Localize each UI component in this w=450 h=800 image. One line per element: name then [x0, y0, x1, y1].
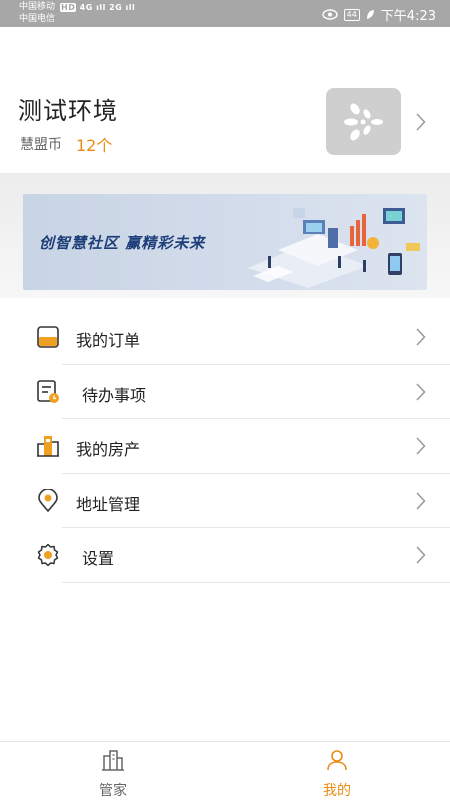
- smart-community-illustration: [248, 208, 420, 288]
- profile-header[interactable]: 测试环境 慧盟币 12个: [0, 27, 450, 173]
- menu-item-property[interactable]: 我的房产: [0, 419, 450, 474]
- carrier-1: 中国移动: [19, 2, 56, 12]
- status-right: 44 下午4:23: [321, 5, 436, 24]
- chevron-right-icon: [416, 328, 426, 346]
- clock: 下午4:23: [380, 9, 436, 24]
- menu-label: 我的订单: [76, 331, 141, 350]
- chevron-right-icon: [416, 437, 426, 455]
- menu-label: 设置: [82, 549, 115, 568]
- chevron-right-icon: [416, 546, 426, 564]
- avatar[interactable]: [326, 88, 401, 155]
- coin-value: 12个: [76, 136, 113, 155]
- tab-butler[interactable]: 管家: [73, 742, 153, 800]
- chevron-right-icon: [416, 491, 426, 510]
- tab-label: 管家: [99, 783, 127, 799]
- app-logo-icon: [343, 103, 383, 140]
- menu-label: 待办事项: [82, 385, 147, 405]
- tab-label: 我的: [323, 783, 351, 799]
- menu-label: 地址管理: [76, 494, 141, 514]
- user-icon: [327, 750, 347, 771]
- location-icon: [38, 488, 58, 512]
- banner-area: 创智慧社区 赢精彩未来: [0, 173, 450, 298]
- signal-icon: ıll: [96, 3, 106, 12]
- menu-item-orders[interactable]: 我的订单: [0, 310, 450, 365]
- chevron-right-icon: [416, 113, 426, 131]
- bottom-nav: 管家 我的: [0, 741, 450, 800]
- hd-badge: HD: [60, 3, 77, 12]
- property-icon: [37, 436, 59, 457]
- gear-icon: [37, 543, 59, 567]
- promo-banner[interactable]: 创智慧社区 赢精彩未来: [23, 194, 427, 290]
- menu-item-settings[interactable]: 设置: [0, 528, 450, 583]
- order-icon: [37, 326, 59, 348]
- carrier-info: 中国移动 中国电信: [19, 1, 55, 25]
- chevron-right-icon: [416, 382, 426, 401]
- signal-icon: ıll: [125, 3, 136, 12]
- tab-mine[interactable]: 我的: [297, 742, 377, 800]
- menu-item-address[interactable]: 地址管理: [0, 474, 450, 528]
- menu-label: 我的房产: [76, 440, 141, 459]
- network-2g: 2G: [109, 3, 123, 12]
- banner-slogan: 创智慧社区 赢精彩未来: [39, 234, 206, 252]
- profile-name: 测试环境: [18, 97, 118, 125]
- coin-label: 慧盟币: [20, 137, 62, 153]
- eye-icon: [321, 9, 338, 20]
- divider: [62, 581, 450, 583]
- building-icon: [102, 750, 124, 771]
- menu-list: 我的订单 待办事项 我的房产 地址管理 设置: [0, 310, 450, 583]
- leaf-icon: [366, 9, 375, 20]
- network-indicators: HD 4G ıll 2G ıll: [60, 3, 135, 12]
- carrier-2: 中国电信: [19, 14, 56, 24]
- network-4g: 4G: [79, 3, 93, 12]
- status-bar: 中国移动 中国电信 HD 4G ıll 2G ıll 44 下午4:23: [0, 0, 450, 27]
- battery-icon: 44: [343, 8, 360, 21]
- todo-icon: [37, 379, 59, 403]
- menu-item-todo[interactable]: 待办事项: [0, 365, 450, 419]
